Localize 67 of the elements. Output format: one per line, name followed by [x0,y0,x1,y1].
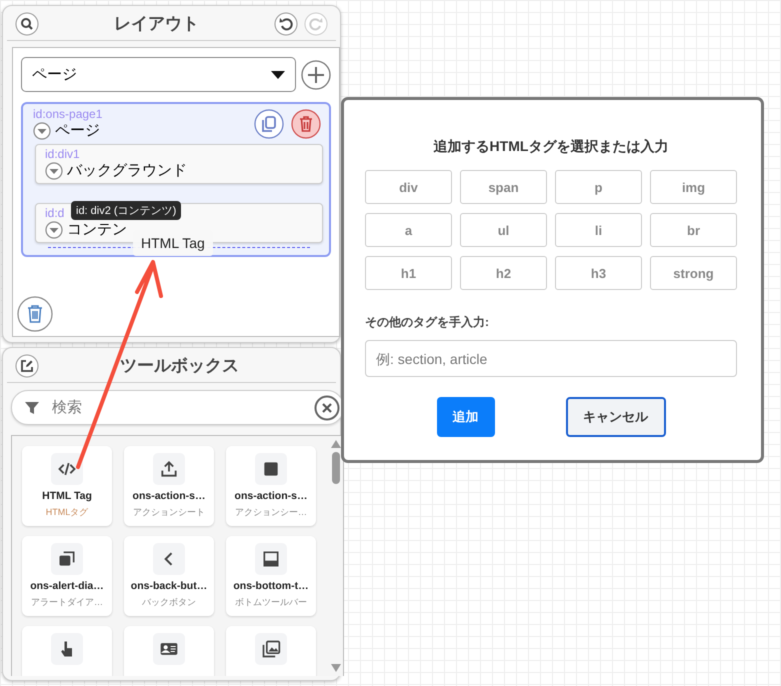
input-field[interactable]: 例: section, article [365,340,737,377]
tool-name: ons-back-but… [130,580,208,592]
page-dropdown[interactable]: ページ [21,57,296,92]
upload-icon [159,459,179,479]
tag-option[interactable]: h2 [460,256,547,290]
search-icon[interactable] [15,12,39,36]
trash-icon[interactable] [17,296,53,332]
tool-name: ons-alert-dia… [30,580,104,592]
field-label: その他のタグを手入力: [365,314,489,331]
caret-icon[interactable] [33,122,51,140]
scroll-down-icon[interactable] [331,664,341,672]
node-id: id:d [45,206,64,220]
node-label: コンテン [67,220,127,239]
undo-icon[interactable] [274,12,298,36]
tag-option[interactable]: h1 [365,256,452,290]
tool-subtitle: ボトムツールバー [235,596,307,609]
tool-name: HTML Tag [42,490,92,502]
tool-card[interactable]: ons-action-s… アクションシー… [226,446,316,526]
search-input[interactable]: 検索 [50,398,304,417]
tag-option[interactable]: h3 [555,256,642,290]
add-button[interactable]: 追加 [436,397,494,437]
clear-icon[interactable] [314,394,340,420]
tag-option[interactable]: img [650,170,737,204]
tool-subtitle: アラートダイア… [31,596,103,609]
node-label: バックグラウンド [67,161,187,180]
tool-card[interactable]: ons-alert-dia… アラートダイア… [22,536,112,616]
tag-option[interactable]: a [365,213,452,247]
delete-icon[interactable] [291,108,321,138]
tool-card[interactable]: HTML Tag HTMLタグ [22,446,112,526]
tool-subtitle: HTMLタグ [46,506,88,519]
tool-card[interactable]: ons-bottom-t… ボトムツールバー [226,536,316,616]
tag-option[interactable]: div [365,170,452,204]
cancel-button[interactable]: キャンセル [566,397,666,437]
tag-option[interactable]: li [555,213,642,247]
tool-subtitle: アクションシー… [235,506,307,519]
node-id: id:div1 [45,147,80,161]
tool-name: ons-action-s… [234,490,308,502]
tag-option[interactable]: br [650,213,737,247]
node-id: id:ons-page1 [33,107,102,121]
tooltip: id: div2 (コンテンツ) [71,201,182,220]
tool-name: ons-bottom-t… [233,580,309,592]
dialog-title: 追加するHTMLタグを選択または入力 [434,138,668,156]
copy-icon[interactable] [254,108,284,138]
edit-icon[interactable] [15,354,39,378]
filter-icon [24,400,40,416]
node-label: ページ [55,121,100,140]
tag-option[interactable]: strong [650,256,737,290]
caret-icon[interactable] [45,220,63,238]
tool-name: ons-action-s… [132,490,206,502]
tag-option[interactable]: p [555,170,642,204]
tool-card[interactable]: ons-back-but… バックボタン [124,536,214,616]
tool-card[interactable]: ons-action-s… アクションシート [124,446,214,526]
panel-title: レイアウト [113,13,200,35]
search-field[interactable]: 検索 [11,390,344,425]
tool-subtitle: バックボタン [142,596,196,609]
bottombar-icon [261,549,281,569]
add-icon[interactable] [301,60,331,90]
scrollbar-thumb[interactable] [332,452,340,484]
dropdown-arrow-icon [271,70,285,78]
caret-icon[interactable] [45,162,63,180]
scroll-up-icon[interactable] [331,440,341,448]
tag-option[interactable]: ul [460,213,547,247]
gallery-icon [261,639,281,659]
div-node[interactable]: id:div1 バックグラウンド [35,144,323,184]
tool-subtitle: アクションシート [133,506,205,519]
panel-title: ツールボックス [119,355,240,377]
tag-option[interactable]: span [460,170,547,204]
